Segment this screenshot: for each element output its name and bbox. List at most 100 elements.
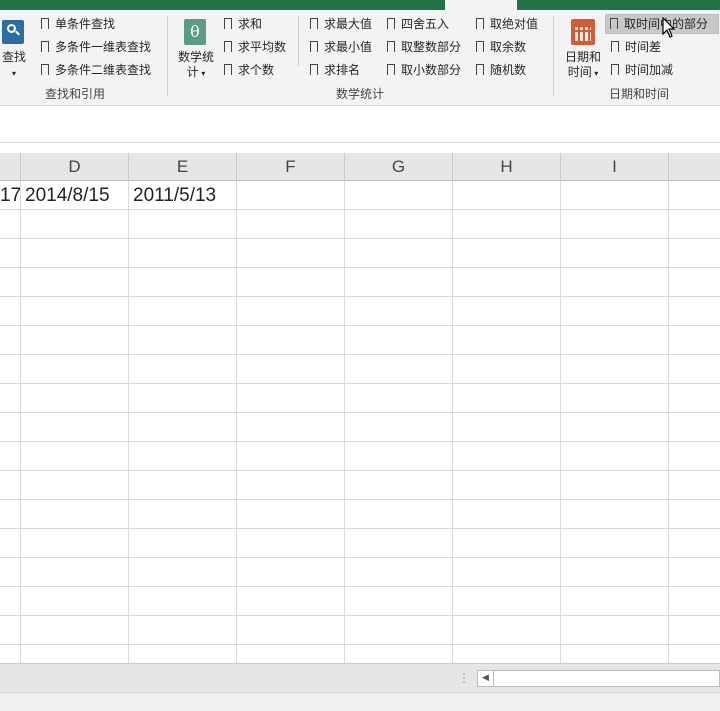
column-header-h[interactable]: H <box>453 153 561 180</box>
cmd-integer-part[interactable]: 取整数部分 <box>387 38 461 56</box>
gridline <box>0 383 720 384</box>
datetime-button-label-line1: 日期和 <box>564 50 601 64</box>
dropdown-arrow-icon: ▾ <box>11 69 16 78</box>
bookmark-icon <box>41 41 49 52</box>
bookmark-icon <box>310 64 318 75</box>
column-header-d[interactable]: D <box>21 153 129 180</box>
title-bar <box>0 0 720 10</box>
bookmark-icon <box>224 41 232 52</box>
gridline <box>0 499 720 500</box>
gridline <box>0 412 720 413</box>
cmd-label: 取小数部分 <box>401 63 462 77</box>
column-header-j[interactable] <box>669 153 720 180</box>
cmd-label: 取余数 <box>490 40 527 54</box>
math-statistics-button[interactable]: 数学统 计 ▾ <box>176 50 216 81</box>
date-time-button[interactable]: 日期和 时间 ▾ <box>563 50 603 81</box>
cmd-label: 求最大值 <box>324 17 373 31</box>
gridline <box>344 180 345 663</box>
gridline <box>0 354 720 355</box>
cmd-label: 求最小值 <box>324 40 373 54</box>
group-label-find-reference: 查找和引用 <box>45 87 106 101</box>
cmd-sum[interactable]: 求和 <box>224 15 262 33</box>
gridline <box>0 296 720 297</box>
cmd-multi-condition-1d-lookup[interactable]: 多条件一维表查找 <box>41 38 151 56</box>
horizontal-scrollbar[interactable]: ◀ <box>477 670 720 687</box>
cell-e1[interactable]: 2011/5/13 <box>133 181 216 210</box>
bookmark-icon <box>476 64 484 75</box>
gridline <box>0 528 720 529</box>
cmd-remainder[interactable]: 取余数 <box>476 38 526 56</box>
gridline <box>0 615 720 616</box>
gridline <box>668 180 669 663</box>
cmd-count[interactable]: 求个数 <box>224 61 274 79</box>
cmd-absolute-value[interactable]: 取绝对值 <box>476 15 538 33</box>
group-separator <box>553 16 554 96</box>
group-label-date-time: 日期和时间 <box>609 87 670 101</box>
calendar-icon[interactable] <box>571 19 595 45</box>
cmd-label: 取整数部分 <box>401 40 462 54</box>
status-bar <box>0 692 720 711</box>
splitter-handle[interactable]: ⋮ <box>458 670 470 687</box>
gridline <box>0 557 720 558</box>
cmd-time-difference[interactable]: 时间差 <box>611 38 661 56</box>
column-header-e[interactable]: E <box>129 153 237 180</box>
bookmark-icon <box>387 18 395 29</box>
mouse-pointer-icon <box>662 17 676 38</box>
cmd-label: 多条件一维表查找 <box>55 40 152 54</box>
active-ribbon-tab[interactable] <box>445 0 517 10</box>
gridline <box>0 267 720 268</box>
cmd-rank[interactable]: 求排名 <box>310 61 360 79</box>
gridline <box>128 180 129 663</box>
cmd-single-condition-lookup[interactable]: 单条件查找 <box>41 15 115 33</box>
column-header-f[interactable]: F <box>237 153 345 180</box>
bookmark-icon <box>611 64 619 75</box>
cmd-label: 求排名 <box>324 63 361 77</box>
cmd-time-add-subtract[interactable]: 时间加减 <box>611 61 673 79</box>
cmd-label: 取绝对值 <box>490 17 539 31</box>
cmd-random-number[interactable]: 随机数 <box>476 61 526 79</box>
column-header-i[interactable]: I <box>561 153 669 180</box>
datetime-button-label-line2: 时间 <box>567 65 592 79</box>
gridline <box>236 180 237 663</box>
column-headers: D E F G H I <box>0 153 720 181</box>
gridline <box>452 180 453 663</box>
cmd-min[interactable]: 求最小值 <box>310 38 372 56</box>
bookmark-icon <box>224 64 232 75</box>
cmd-average[interactable]: 求平均数 <box>224 38 286 56</box>
find-button[interactable]: 查找 ▾ <box>0 50 28 81</box>
cmd-round[interactable]: 四舍五入 <box>387 15 449 33</box>
cmd-multi-condition-2d-lookup[interactable]: 多条件二维表查找 <box>41 61 151 79</box>
bookmark-icon <box>476 41 484 52</box>
cmd-label: 多条件二维表查找 <box>55 63 152 77</box>
math-button-label-line2: 计 <box>186 65 199 79</box>
scroll-left-icon[interactable]: ◀ <box>478 671 494 686</box>
cmd-label: 时间差 <box>625 40 662 54</box>
bookmark-icon <box>611 41 619 52</box>
cmd-label: 随机数 <box>490 63 527 77</box>
gridline <box>560 180 561 663</box>
bookmark-icon <box>41 64 49 75</box>
group-label-math-statistics: 数学统计 <box>336 87 385 101</box>
cmd-max[interactable]: 求最大值 <box>310 15 372 33</box>
gridline <box>0 325 720 326</box>
bookmark-icon <box>41 18 49 29</box>
gridline <box>20 180 21 663</box>
column-header-g[interactable]: G <box>345 153 453 180</box>
column-separator <box>298 16 299 66</box>
cell-d1[interactable]: 2014/8/15 <box>25 181 110 210</box>
cmd-label: 求个数 <box>238 63 275 77</box>
column-header-c[interactable] <box>0 153 21 180</box>
cmd-label: 四舍五入 <box>401 17 450 31</box>
cell-c1[interactable]: 17 <box>0 181 20 210</box>
gridline <box>0 238 720 239</box>
cmd-label: 时间加减 <box>625 63 674 77</box>
dropdown-arrow-icon: ▾ <box>198 69 206 78</box>
gridline <box>0 644 720 645</box>
theta-icon[interactable]: θ <box>184 19 206 45</box>
search-icon[interactable] <box>2 20 24 44</box>
spreadsheet-grid[interactable]: D E F G H I 17 2014/8/15 2011/5/13 <box>0 153 720 663</box>
bookmark-icon <box>310 41 318 52</box>
formula-bar-area[interactable] <box>0 106 720 143</box>
cmd-label: 求和 <box>238 17 263 31</box>
cmd-decimal-part[interactable]: 取小数部分 <box>387 61 461 79</box>
